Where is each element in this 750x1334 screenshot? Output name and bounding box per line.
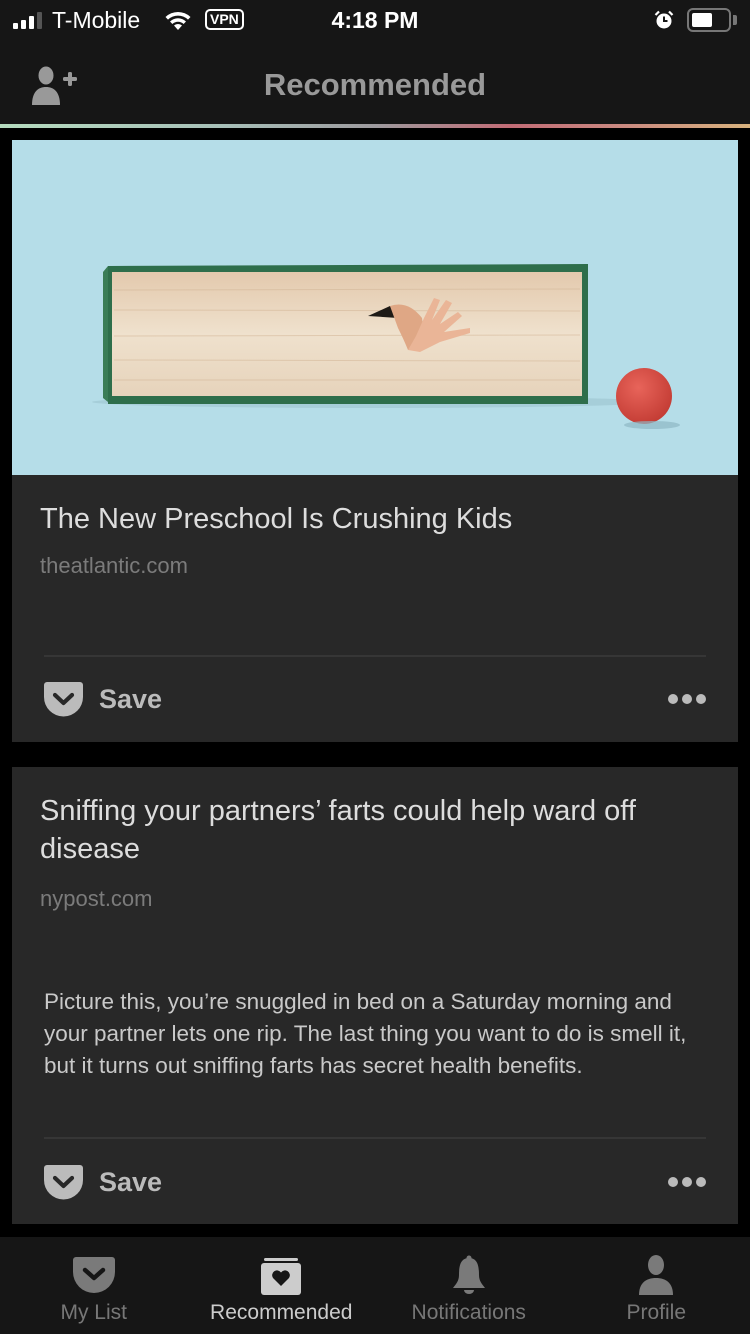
more-dots-icon bbox=[668, 694, 678, 704]
clock: 4:18 PM bbox=[331, 7, 419, 33]
pocket-icon bbox=[72, 1257, 115, 1293]
page-title: Recommended bbox=[263, 67, 487, 102]
article-title[interactable]: Sniffing your partners’ farts could help… bbox=[40, 792, 698, 868]
tab-label: Profile bbox=[626, 1301, 687, 1324]
article-thumbnail[interactable] bbox=[12, 140, 738, 475]
more-dots-icon bbox=[668, 1177, 678, 1187]
card-divider bbox=[44, 1137, 706, 1139]
article-domain: theatlantic.com bbox=[40, 553, 188, 578]
alarm-icon bbox=[654, 10, 674, 29]
battery-icon bbox=[687, 8, 731, 32]
more-options-button[interactable] bbox=[668, 688, 706, 710]
more-dots-icon bbox=[696, 1177, 706, 1187]
battery-tip bbox=[733, 15, 737, 25]
heart-box-icon bbox=[261, 1258, 302, 1295]
tab-label: Recommended bbox=[210, 1301, 353, 1324]
more-options-button[interactable] bbox=[668, 1171, 706, 1193]
more-dots-icon bbox=[682, 694, 692, 704]
book-illustration bbox=[92, 264, 680, 429]
bell-icon bbox=[452, 1255, 485, 1294]
pocket-save-icon bbox=[44, 682, 83, 717]
article-excerpt: Picture this, you’re snuggled in bed on … bbox=[44, 989, 687, 1078]
status-bar: T-Mobile VPN 4:18 PM bbox=[0, 0, 750, 40]
battery-level bbox=[692, 13, 712, 27]
pocket-save-icon bbox=[44, 1165, 83, 1200]
tab-label: My List bbox=[60, 1301, 127, 1324]
tab-profile[interactable]: Profile bbox=[563, 1237, 750, 1334]
card-divider bbox=[44, 655, 706, 657]
person-icon bbox=[639, 1255, 674, 1295]
tab-recommended[interactable]: Recommended bbox=[188, 1237, 376, 1334]
tab-label: Notifications bbox=[411, 1301, 526, 1324]
save-label: Save bbox=[99, 684, 163, 714]
save-button[interactable]: Save bbox=[44, 1165, 162, 1200]
accent-gradient-bar bbox=[0, 124, 750, 128]
nav-header: Recommended bbox=[0, 40, 750, 124]
tab-bar: My List Recommended Notifications Profil… bbox=[0, 1237, 750, 1334]
tab-notifications[interactable]: Notifications bbox=[375, 1237, 563, 1334]
more-dots-icon bbox=[682, 1177, 692, 1187]
feed-card[interactable]: The New Preschool Is Crushing Kids theat… bbox=[12, 140, 738, 742]
tab-my-list[interactable]: My List bbox=[0, 1237, 188, 1334]
save-label: Save bbox=[99, 1167, 163, 1197]
article-domain: nypost.com bbox=[40, 886, 153, 911]
more-dots-icon bbox=[696, 694, 706, 704]
feed-card[interactable]: Sniffing your partners’ farts could help… bbox=[12, 767, 738, 1224]
save-button[interactable]: Save bbox=[44, 682, 162, 717]
article-title[interactable]: The New Preschool Is Crushing Kids bbox=[40, 500, 698, 538]
